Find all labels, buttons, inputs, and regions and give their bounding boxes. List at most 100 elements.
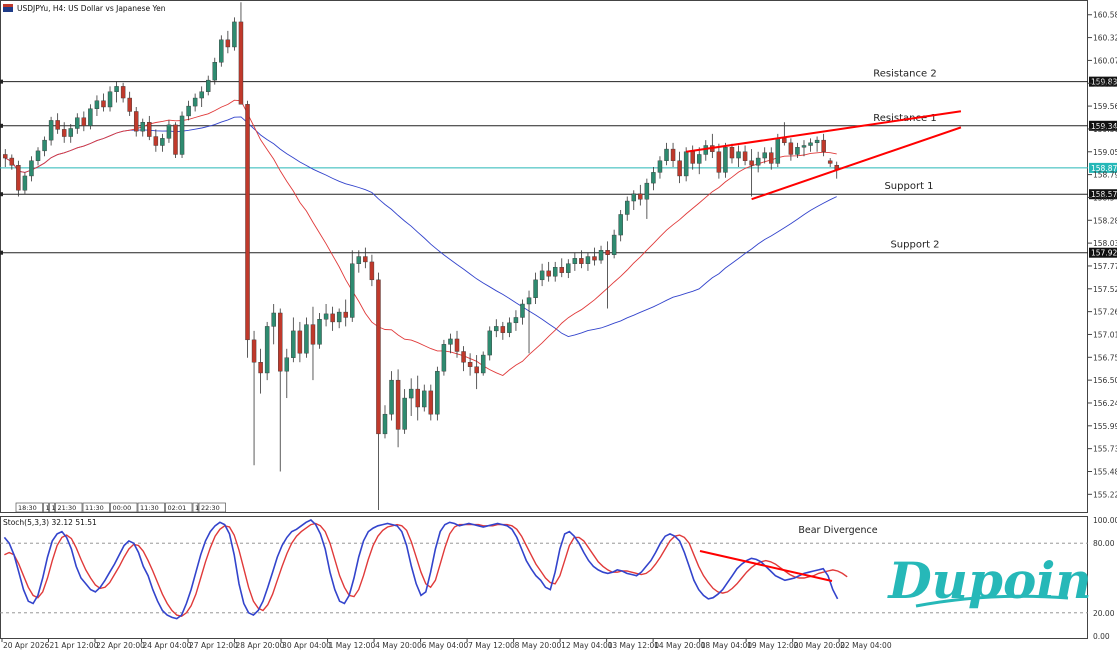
candle-body-bear xyxy=(474,366,479,374)
candle-body-bear xyxy=(677,160,682,177)
candle-body-bear xyxy=(428,390,434,415)
chart-title: USDJPYu, H4: US Dollar vs Japanese Yen xyxy=(17,4,166,13)
candle-body-bull xyxy=(808,142,813,146)
candle-body-bull xyxy=(683,151,689,177)
price-tick-label: 156.245 xyxy=(1093,399,1117,408)
time-tick-label: 22 May 04:00 xyxy=(840,641,892,650)
candle-body-bear xyxy=(173,124,178,155)
time-tick-label: 12 May 04:00 xyxy=(561,641,613,650)
candle[interactable] xyxy=(480,351,486,376)
candle-body-bear xyxy=(133,111,139,132)
candle-body-bull xyxy=(644,182,650,200)
candle-body-bear xyxy=(376,279,381,435)
candle-body-bull xyxy=(762,152,767,159)
candle-body-bull xyxy=(657,160,663,173)
candle-body-bull xyxy=(526,297,532,305)
candle-body-bull xyxy=(271,312,276,327)
time-tick-label: 14 May 20:00 xyxy=(654,641,706,650)
candle-body-bear xyxy=(127,97,132,112)
candle-body-bull xyxy=(736,151,741,159)
session-box-label: 22:30 xyxy=(201,504,220,512)
candle[interactable] xyxy=(232,17,237,51)
candle-body-bull xyxy=(68,128,73,137)
level-marker xyxy=(0,123,3,128)
candle-body-bear xyxy=(821,139,826,152)
price-tick-label: 156.755 xyxy=(1093,353,1117,362)
candle-body-bull xyxy=(22,175,28,191)
candle-body-bull xyxy=(801,145,807,148)
session-boxes: 18:30 1 1 21:30 11:30 00:00 11:30 02:01 1 22:30 xyxy=(15,502,226,513)
price-tick-label: 157.265 xyxy=(1093,308,1117,317)
candle-body-bull xyxy=(389,379,394,415)
candle-body-bear xyxy=(605,250,610,255)
candle-body-bull xyxy=(520,303,525,318)
candle-body-bear xyxy=(251,339,257,363)
candle[interactable] xyxy=(723,142,728,178)
time-tick-label: 27 Apr 12:00 xyxy=(189,641,238,650)
time-tick-label: 24 Apr 04:00 xyxy=(143,641,192,650)
candle-body-bear xyxy=(749,160,754,166)
candle-body-bull xyxy=(140,122,145,132)
price-tick-label: 159.305 xyxy=(1093,125,1117,134)
price-tick-label: 157.775 xyxy=(1093,262,1117,271)
stoch-label: Stoch(5,3,3) 32.12 51.51 xyxy=(3,518,97,527)
time-tick-label: 1 May 12:00 xyxy=(329,641,376,650)
candle-body-bear xyxy=(454,338,460,352)
candle-body-bear xyxy=(638,193,643,200)
candle-body-bear xyxy=(225,39,231,48)
candle-body-bear xyxy=(120,86,126,99)
candle-body-bull xyxy=(42,139,47,152)
candle-body-bear xyxy=(788,142,794,155)
candle-body-bull xyxy=(199,91,204,99)
candle-body-bear xyxy=(147,122,152,137)
candle-body-bull xyxy=(651,172,656,184)
candle-body-bear xyxy=(369,261,375,281)
candle-body-bear xyxy=(153,136,159,146)
candle[interactable] xyxy=(173,122,178,159)
candle-body-bull xyxy=(513,317,519,324)
candle[interactable] xyxy=(219,35,224,67)
price-tick-label: 158.285 xyxy=(1093,216,1117,225)
candle-body-bear xyxy=(461,351,466,363)
candle-body-bull xyxy=(304,324,309,354)
candle-body-bull xyxy=(631,193,637,202)
level-marker xyxy=(0,250,3,255)
price-tick-label: 158.540 xyxy=(1093,193,1117,202)
candle-body-bear xyxy=(579,258,584,264)
chart-canvas[interactable]: Resistance 2159.833Resistance 1159.340Su… xyxy=(0,0,1117,650)
candle-body-bull xyxy=(205,79,211,92)
price-tick-label: 155.735 xyxy=(1093,445,1117,454)
price-tick-label: 156.500 xyxy=(1093,376,1117,385)
candle-body-bear xyxy=(546,270,551,277)
price-tick-label: 159.560 xyxy=(1093,102,1117,111)
candle-body-bear xyxy=(716,151,722,173)
level-label: Resistance 2 xyxy=(873,69,936,80)
candle-body-bear xyxy=(690,151,695,164)
candle-body-bear xyxy=(500,326,506,333)
candle[interactable] xyxy=(245,100,250,358)
candle-body-bear xyxy=(310,324,316,345)
time-tick-label: 7 May 12:00 xyxy=(468,641,515,650)
candle-body-bull xyxy=(88,108,93,126)
candle-body-bull xyxy=(480,354,486,374)
candle-body-bull xyxy=(35,150,41,161)
candle[interactable] xyxy=(441,339,447,376)
price-tick-label: 159.050 xyxy=(1093,148,1117,157)
candle-body-bear xyxy=(415,388,420,408)
session-box-label: 11:30 xyxy=(140,504,159,512)
candle-body-bull xyxy=(552,267,558,277)
candle[interactable] xyxy=(179,111,185,159)
candle-body-bull xyxy=(219,39,224,63)
candle-body-bear xyxy=(278,312,283,372)
session-box-label: 1 xyxy=(195,504,199,512)
candle[interactable] xyxy=(435,366,440,421)
candle-body-bear xyxy=(363,256,368,263)
candle-body-bull xyxy=(598,250,604,261)
stoch-tick-label: 100.00 xyxy=(1093,516,1117,525)
level-label: Support 2 xyxy=(890,240,939,251)
candle-body-bull xyxy=(291,330,296,358)
price-tick-label: 160.580 xyxy=(1093,11,1117,20)
time-axis[interactable]: 20 Apr 2026 21 Apr 12:0022 Apr 20:0024 Ap… xyxy=(1,638,892,650)
candle-body-bear xyxy=(3,154,8,159)
candle[interactable] xyxy=(264,321,270,381)
